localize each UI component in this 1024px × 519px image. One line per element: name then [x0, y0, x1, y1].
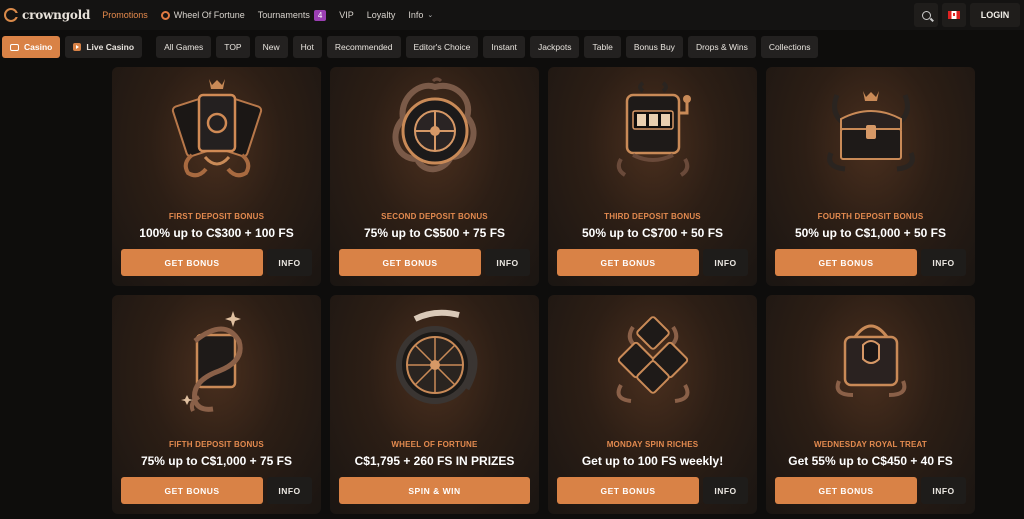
- search-button[interactable]: [914, 3, 938, 27]
- promo-card-fifth-deposit: FIFTH DEPOSIT BONUS 75% up to C$1,000 + …: [112, 295, 321, 514]
- header-actions: LOGIN: [914, 3, 1020, 27]
- promo-card-fourth-deposit: FOURTH DEPOSIT BONUS 50% up to C$1,000 +…: [766, 67, 975, 286]
- tab-live-casino-label: Live Casino: [86, 42, 135, 52]
- promo-card-second-deposit: SECOND DEPOSIT BONUS 75% up to C$500 + 7…: [330, 67, 539, 286]
- nav-loyalty[interactable]: Loyalty: [367, 10, 396, 20]
- nav-tournaments[interactable]: Tournaments 4: [257, 9, 327, 21]
- promo-label: THIRD DEPOSIT BONUS: [604, 212, 701, 221]
- main-nav: Promotions Wheel Of Fortune Tournaments …: [102, 9, 446, 21]
- promo-actions: GET BONUS INFO: [121, 477, 312, 504]
- promo-actions: GET BONUS INFO: [775, 249, 966, 276]
- wheel-icon: [160, 10, 170, 20]
- category-table[interactable]: Table: [584, 36, 621, 58]
- treasure-chest-icon: [826, 91, 915, 172]
- nav-info-label: Info: [408, 10, 424, 20]
- category-top[interactable]: TOP: [216, 36, 250, 58]
- promo-actions: GET BONUS INFO: [557, 249, 748, 276]
- promo-actions: GET BONUS INFO: [121, 249, 312, 276]
- category-recommended[interactable]: Recommended: [326, 36, 401, 58]
- promo-label: SECOND DEPOSIT BONUS: [381, 212, 488, 221]
- promotions-grid: FIRST DEPOSIT BONUS 100% up to C$300 + 1…: [112, 67, 978, 514]
- casino-icon: [10, 43, 19, 51]
- info-button[interactable]: INFO: [267, 249, 312, 276]
- spin-and-win-button[interactable]: SPIN & WIN: [339, 477, 530, 504]
- get-bonus-button[interactable]: GET BONUS: [775, 477, 917, 504]
- category-bonus-buy[interactable]: Bonus Buy: [625, 36, 683, 58]
- promo-title: Get 55% up to C$450 + 40 FS: [788, 454, 953, 468]
- nav-info[interactable]: Info ⌄: [408, 10, 433, 20]
- category-bar: Casino Live Casino All Games TOP New Hot…: [0, 36, 819, 58]
- info-button[interactable]: INFO: [703, 477, 748, 504]
- info-button[interactable]: INFO: [921, 249, 966, 276]
- roulette-icon: [392, 77, 477, 173]
- promo-label: FIRST DEPOSIT BONUS: [168, 212, 265, 221]
- category-new[interactable]: New: [254, 36, 288, 58]
- chevron-down-icon: ⌄: [427, 12, 434, 19]
- info-button[interactable]: INFO: [921, 477, 966, 504]
- promo-title: 50% up to C$700 + 50 FS: [581, 226, 724, 240]
- slot-machine-icon: [616, 81, 691, 177]
- category-editors-choice[interactable]: Editor's Choice: [405, 36, 479, 58]
- nav-wheel-of-fortune[interactable]: Wheel Of Fortune: [160, 10, 245, 20]
- nav-vip[interactable]: VIP: [339, 10, 354, 20]
- get-bonus-button[interactable]: GET BONUS: [775, 249, 917, 276]
- playing-cards-icon: [171, 79, 262, 178]
- promo-title: 100% up to C$300 + 100 FS: [139, 226, 294, 240]
- fortune-wheel-icon: [395, 309, 477, 404]
- category-all-games[interactable]: All Games: [156, 36, 212, 58]
- brand-name: crowngold: [22, 8, 91, 22]
- promo-actions: GET BONUS INFO: [775, 477, 966, 504]
- promo-label: WHEEL OF FORTUNE: [391, 440, 478, 449]
- card-with-snake-icon: [180, 311, 242, 412]
- nav-tournaments-label: Tournaments: [257, 10, 310, 20]
- promo-title: C$1,795 + 260 FS IN PRIZES: [354, 454, 515, 468]
- live-play-icon: [73, 43, 82, 51]
- nav-promotions[interactable]: Promotions: [102, 10, 148, 20]
- category-collections[interactable]: Collections: [760, 36, 819, 58]
- promo-actions: GET BONUS INFO: [557, 477, 748, 504]
- nav-wheel-label: Wheel Of Fortune: [173, 10, 245, 20]
- info-button[interactable]: INFO: [703, 249, 748, 276]
- login-button[interactable]: LOGIN: [970, 3, 1020, 27]
- luxury-bag-icon: [835, 324, 906, 397]
- top-navigation: crowngold Promotions Wheel Of Fortune To…: [0, 0, 1024, 30]
- tab-live-casino[interactable]: Live Casino: [65, 36, 143, 58]
- dice-icon: [616, 316, 689, 403]
- promo-card-monday-spin: MONDAY SPIN RICHES Get up to 100 FS week…: [548, 295, 757, 514]
- promo-actions: GET BONUS INFO: [339, 249, 530, 276]
- get-bonus-button[interactable]: GET BONUS: [339, 249, 481, 276]
- category-jackpots[interactable]: Jackpots: [529, 36, 580, 58]
- promo-card-wednesday-treat: WEDNESDAY ROYAL TREAT Get 55% up to C$45…: [766, 295, 975, 514]
- promo-label: MONDAY SPIN RICHES: [606, 440, 699, 449]
- info-button[interactable]: INFO: [485, 249, 530, 276]
- promo-card-wheel-of-fortune: WHEEL OF FORTUNE C$1,795 + 260 FS IN PRI…: [330, 295, 539, 514]
- crown-logo-icon: [4, 8, 18, 22]
- promo-title: 50% up to C$1,000 + 50 FS: [794, 226, 947, 240]
- canada-flag-icon: [948, 11, 960, 19]
- promo-actions: SPIN & WIN: [339, 477, 530, 504]
- tab-casino-label: Casino: [24, 42, 53, 52]
- tournaments-count-badge: 4: [313, 9, 327, 21]
- promo-card-third-deposit: THIRD DEPOSIT BONUS 50% up to C$700 + 50…: [548, 67, 757, 286]
- search-icon: [921, 10, 931, 20]
- tab-casino[interactable]: Casino: [2, 36, 61, 58]
- promo-title: 75% up to C$1,000 + 75 FS: [140, 454, 293, 468]
- promo-label: FIFTH DEPOSIT BONUS: [169, 440, 264, 449]
- get-bonus-button[interactable]: GET BONUS: [121, 477, 263, 504]
- info-button[interactable]: INFO: [267, 477, 312, 504]
- promo-title: 75% up to C$500 + 75 FS: [363, 226, 506, 240]
- promo-title: Get up to 100 FS weekly!: [581, 454, 724, 468]
- language-button[interactable]: [942, 3, 966, 27]
- promo-label: WEDNESDAY ROYAL TREAT: [814, 440, 927, 449]
- get-bonus-button[interactable]: GET BONUS: [557, 249, 699, 276]
- promo-card-first-deposit: FIRST DEPOSIT BONUS 100% up to C$300 + 1…: [112, 67, 321, 286]
- get-bonus-button[interactable]: GET BONUS: [121, 249, 263, 276]
- category-hot[interactable]: Hot: [292, 36, 322, 58]
- get-bonus-button[interactable]: GET BONUS: [557, 477, 699, 504]
- category-drops-wins[interactable]: Drops & Wins: [687, 36, 756, 58]
- brand-logo[interactable]: crowngold: [4, 8, 90, 22]
- promo-label: FOURTH DEPOSIT BONUS: [817, 212, 924, 221]
- category-instant[interactable]: Instant: [483, 36, 525, 58]
